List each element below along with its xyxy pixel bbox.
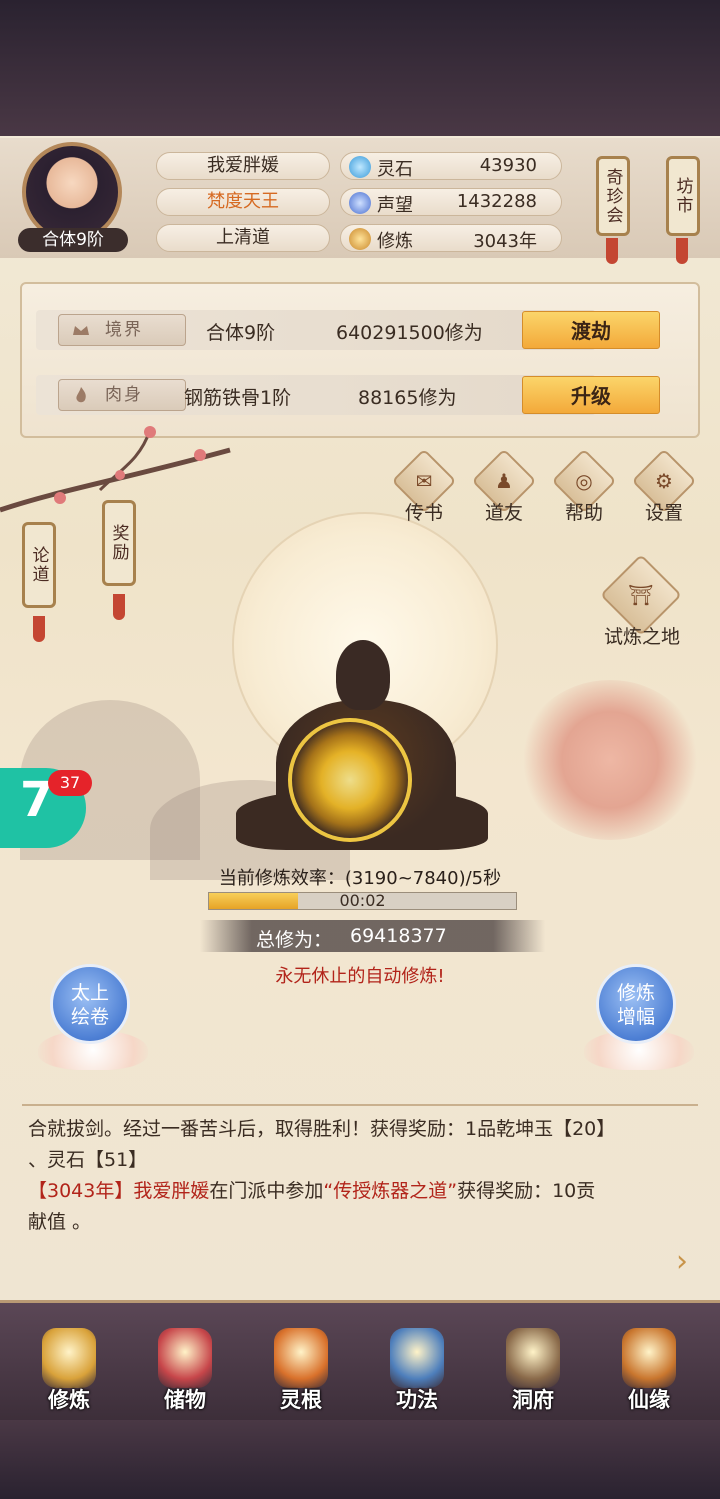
- body-tag: 肉身: [58, 379, 186, 411]
- help-label[interactable]: 帮助: [544, 498, 624, 525]
- chevron-right-icon[interactable]: ›: [676, 1244, 688, 1279]
- crown-icon: [73, 326, 89, 335]
- realm-exp: 640291500修为: [336, 322, 483, 344]
- nav-cultivate[interactable]: 修炼: [24, 1322, 114, 1412]
- technique-icon: [390, 1328, 444, 1388]
- settings-label[interactable]: 设置: [624, 498, 704, 525]
- log-divider: [22, 1104, 698, 1106]
- top-frame: [0, 0, 720, 138]
- blossom-tree-decoration: [520, 680, 700, 840]
- bottom-frame: [0, 1420, 720, 1499]
- flame-icon: [76, 387, 86, 403]
- notification-count: 37: [48, 770, 92, 796]
- meditating-figure-head: [336, 640, 390, 710]
- cultivation-timer: 00:02: [339, 891, 386, 910]
- friend-label[interactable]: 道友: [464, 498, 544, 525]
- cultivation-icon: [349, 228, 371, 250]
- cultivation-rate: 当前修炼效率：(3190~7840)/5秒: [218, 868, 502, 889]
- realm-tag: 境界: [58, 314, 186, 346]
- stat-cultivation: 修炼 3043年: [340, 224, 562, 252]
- cultivation-boost-button[interactable]: 修炼 增幅: [596, 964, 676, 1044]
- total-cultivation-value: 69418377: [350, 925, 447, 947]
- stat-spirit-stone: 灵石 43930: [340, 152, 562, 180]
- cultivation-progress: 00:02: [208, 891, 517, 910]
- reward-button[interactable]: 奖励: [102, 500, 136, 586]
- upgrade-button[interactable]: 升级: [522, 376, 660, 414]
- trial-ground-label[interactable]: 试炼之地: [596, 622, 688, 649]
- storage-icon: [158, 1328, 212, 1388]
- destiny-icon: [622, 1328, 676, 1388]
- stat-prestige: 声望 1432288: [340, 188, 562, 216]
- cultivate-icon: [42, 1328, 96, 1388]
- spirit-stone-icon: [349, 156, 371, 178]
- player-sect: 上清道: [156, 224, 330, 252]
- market-button[interactable]: 坊市: [666, 156, 700, 236]
- player-name: 我爱胖媛: [156, 152, 330, 180]
- total-cultivation-label: 总修为：: [256, 929, 333, 951]
- player-rank-badge: 合体9阶: [18, 228, 128, 252]
- prestige-icon: [349, 192, 371, 214]
- tassel-decoration: [33, 616, 45, 642]
- body-exp: 88165修为: [358, 387, 457, 409]
- cultivation-aura: [288, 718, 412, 842]
- discuss-dao-button[interactable]: 论道: [22, 522, 56, 608]
- nav-technique[interactable]: 功法: [372, 1322, 462, 1412]
- nav-cave[interactable]: 洞府: [488, 1322, 578, 1412]
- log-line: 献值 。: [28, 1211, 92, 1233]
- nav-destiny[interactable]: 仙缘: [604, 1322, 694, 1412]
- treasure-fair-button[interactable]: 奇珍会: [596, 156, 630, 236]
- player-avatar[interactable]: [22, 142, 122, 242]
- tribulation-button[interactable]: 渡劫: [522, 311, 660, 349]
- spirit-root-icon: [274, 1328, 328, 1388]
- log-line: 【3043年】我爱胖媛在门派中参加“传授炼器之道”获得奖励：10贡: [28, 1180, 596, 1202]
- log-line: 、灵石【51】: [28, 1149, 148, 1171]
- body-level: 钢筋铁骨1阶: [184, 387, 292, 409]
- player-title[interactable]: 梵度天王: [156, 188, 330, 216]
- tassel-decoration: [606, 238, 618, 264]
- nav-spirit-root[interactable]: 灵根: [256, 1322, 346, 1412]
- realm-level: 合体9阶: [206, 322, 276, 344]
- tassel-decoration: [676, 238, 688, 264]
- taishang-scroll-button[interactable]: 太上 绘卷: [50, 964, 130, 1044]
- mail-label[interactable]: 传书: [384, 498, 464, 525]
- tassel-decoration: [113, 594, 125, 620]
- nav-storage[interactable]: 储物: [140, 1322, 230, 1412]
- cave-icon: [506, 1328, 560, 1388]
- log-line: 合就拔剑。经过一番苦斗后，取得胜利！获得奖励：1品乾坤玉【20】: [28, 1118, 616, 1140]
